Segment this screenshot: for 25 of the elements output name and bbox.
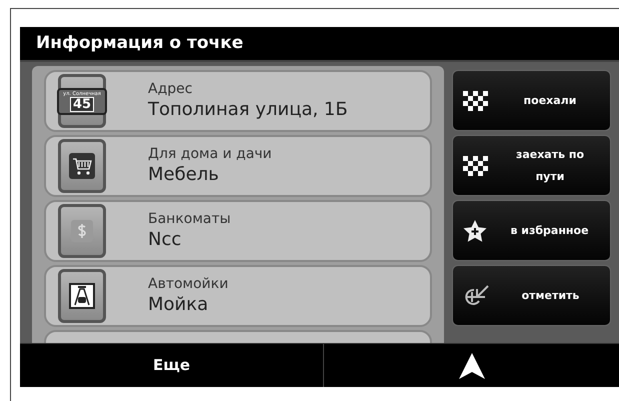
more-button[interactable]: Еще	[20, 344, 324, 387]
car-wash-icon	[69, 283, 95, 309]
checkered-flag-icon	[463, 90, 488, 110]
row-label: Адрес	[148, 81, 194, 98]
row-value: Тополиная улица, 1Б	[148, 98, 348, 121]
info-row[interactable]: Для дома и дачи Мебель	[44, 135, 432, 197]
action-button[interactable]: в избранное	[452, 200, 611, 261]
action-button[interactable]: заехать по пути	[452, 135, 611, 196]
action-button[interactable]: отметить	[452, 265, 611, 326]
row-label: Автомойки	[148, 276, 228, 294]
sign-number-text: 45	[70, 96, 94, 112]
shopping-cart-icon	[69, 153, 95, 179]
checkered-flag-icon	[463, 156, 488, 176]
window-title: Информация о точке	[36, 32, 244, 55]
info-row[interactable]: Банкоматы Ncc	[44, 200, 432, 262]
navigation-arrow-icon	[456, 350, 486, 380]
row-value: Мебель	[148, 164, 220, 186]
row-label: Банкоматы	[148, 211, 231, 228]
star-plus-icon	[463, 220, 487, 242]
row-value: Мойка	[148, 294, 210, 316]
row-label: Для дома и дачи	[148, 146, 272, 164]
info-row[interactable]: Автомойки Мойка	[44, 265, 432, 327]
target-arrow-icon	[463, 284, 489, 308]
row-value: Ncc	[148, 228, 182, 251]
action-button[interactable]: поехали	[452, 70, 611, 131]
